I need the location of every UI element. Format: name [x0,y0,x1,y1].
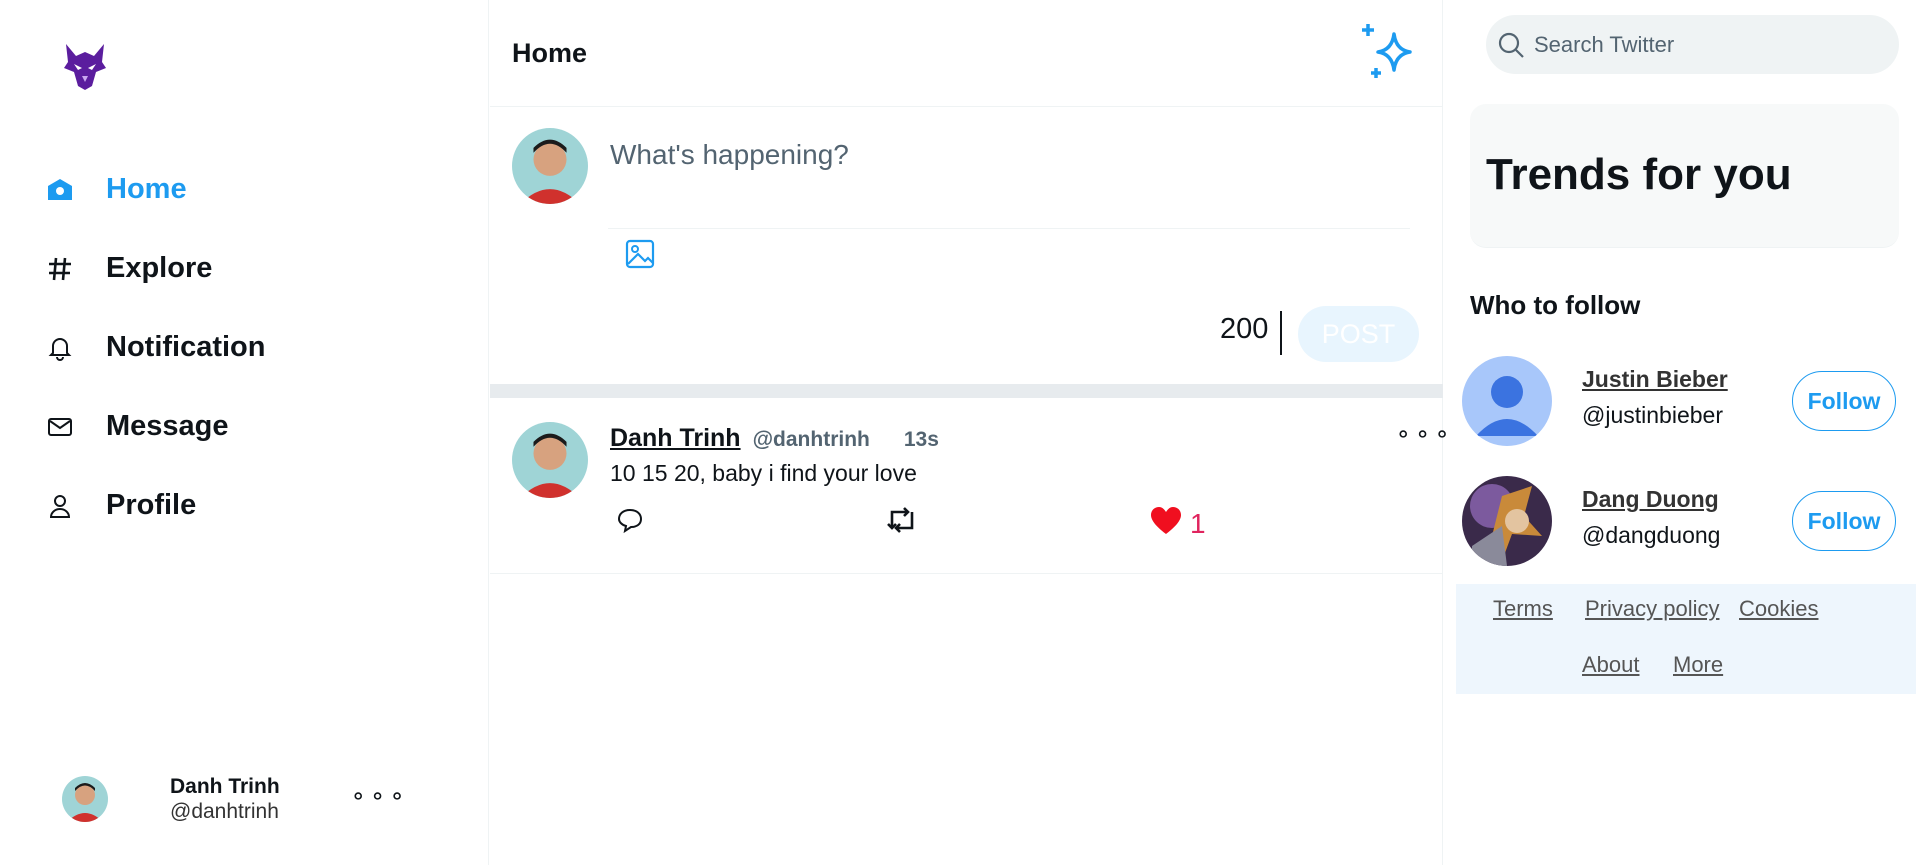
tweet-timestamp: 13s [903,428,939,451]
nav-item-message[interactable]: Message [44,387,266,466]
nav-label-notification: Notification [106,331,266,363]
section-divider [490,384,1443,398]
right-sidebar: Trends for you Who to follow Justin Bieb… [1444,0,1920,865]
footer-links: Terms Privacy policy Cookies About More [1456,584,1916,694]
like-button[interactable]: 1 [1150,506,1206,541]
nav-label-home: Home [106,173,187,205]
image-icon[interactable] [624,238,656,270]
follow-name[interactable]: Justin Bieber [1582,366,1728,393]
footer-link-about[interactable]: About [1582,652,1640,678]
footer-link-more[interactable]: More [1673,652,1723,678]
nav-item-notification[interactable]: Notification [44,308,266,387]
reply-button[interactable] [616,506,644,539]
nav-item-explore[interactable]: Explore [44,229,266,308]
tweet-header: Danh Trinh @danhtrinh 13s [610,424,939,453]
tweet-actions: 1 [616,506,1316,542]
search-icon [1496,30,1526,60]
follow-button[interactable]: Follow [1792,371,1896,431]
tweet-author-handle: @danhtrinh [752,428,870,451]
account-name: Danh Trinh [170,774,280,798]
account-switcher[interactable]: Danh Trinh @danhtrinh ⚬⚬⚬ [62,774,406,824]
follow-button[interactable]: Follow [1792,491,1896,551]
follow-suggestion[interactable]: Dang Duong @dangduong Follow [1462,476,1899,566]
tweet[interactable]: Danh Trinh @danhtrinh 13s ⚬⚬⚬ 10 15 20, … [490,398,1451,574]
nav-label-message: Message [106,410,229,442]
avatar [62,776,108,822]
composer-divider [608,228,1410,229]
follow-handle: @justinbieber [1582,402,1723,428]
footer-link-cookies[interactable]: Cookies [1739,596,1818,622]
tweet-composer: 200 POST [490,108,1443,383]
follow-handle: @dangduong [1582,522,1721,548]
who-to-follow-title: Who to follow [1470,290,1641,320]
mail-icon [44,411,76,443]
bell-icon [44,332,76,364]
follow-name[interactable]: Dang Duong [1582,486,1719,513]
main-column: Home 200 POST Danh Trinh @danhtrinh [490,0,1451,865]
post-button[interactable]: POST [1298,306,1419,362]
trends-title: Trends for you [1486,150,1792,199]
search-input[interactable] [1534,31,1874,58]
counter-divider [1280,311,1282,355]
account-names: Danh Trinh @danhtrinh [170,774,280,824]
person-icon [44,490,76,522]
nav-item-profile[interactable]: Profile [44,466,266,545]
left-sidebar: Home Explore Notification Message Profil… [0,0,489,865]
avatar[interactable] [512,422,588,498]
tweet-author-name[interactable]: Danh Trinh [610,424,741,453]
avatar[interactable] [1462,476,1552,566]
like-count: 1 [1190,507,1206,539]
main-nav: Home Explore Notification Message Profil… [44,150,266,545]
sparkle-icon[interactable] [1360,22,1422,82]
footer-link-terms[interactable]: Terms [1493,596,1553,622]
follow-suggestion[interactable]: Justin Bieber @justinbieber Follow [1462,356,1899,446]
nav-label-profile: Profile [106,489,197,521]
more-icon[interactable]: ⚬⚬⚬ [349,784,407,810]
reply-icon [616,506,644,539]
home-icon [44,174,76,206]
character-counter: 200 [1220,313,1269,345]
nav-item-home[interactable]: Home [44,150,266,229]
trends-panel: Trends for you [1470,104,1899,248]
tweet-text: 10 15 20, baby i find your love [610,460,917,486]
footer-link-privacy[interactable]: Privacy policy [1585,596,1719,622]
search-bar[interactable] [1486,15,1899,74]
wolf-logo-icon[interactable] [62,42,108,92]
account-handle: @danhtrinh [170,800,279,823]
main-header: Home [490,0,1443,107]
page-title: Home [512,38,588,68]
nav-label-explore: Explore [106,252,213,284]
retweet-button[interactable] [886,506,918,539]
avatar[interactable] [1462,356,1552,446]
hashtag-icon [44,253,76,285]
retweet-icon [886,506,918,539]
heart-icon [1150,506,1182,541]
avatar [512,128,588,204]
compose-input[interactable] [610,130,1410,180]
